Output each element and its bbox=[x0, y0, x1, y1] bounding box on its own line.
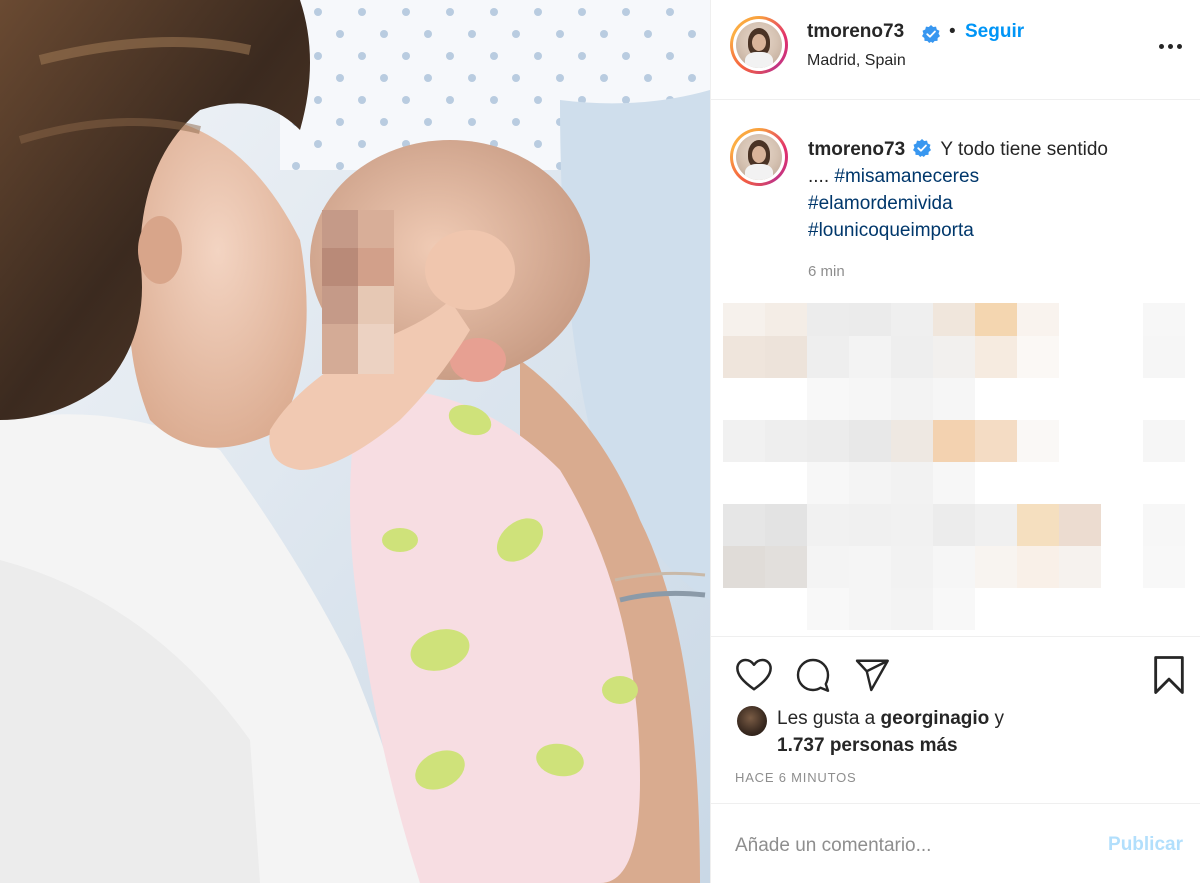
comment-icon[interactable] bbox=[794, 657, 832, 693]
hashtag-link[interactable]: #elamordemivida bbox=[808, 190, 1188, 217]
liker-username[interactable]: georginagio bbox=[881, 708, 990, 729]
post-details-panel: tmoreno73 • Seguir Madrid, Spain tmoreno… bbox=[710, 0, 1200, 883]
likes-connector: y bbox=[994, 708, 1005, 729]
bookmark-icon[interactable] bbox=[1152, 655, 1186, 695]
author-avatar[interactable] bbox=[730, 16, 788, 74]
caption-time-ago: 6 min bbox=[808, 263, 845, 280]
caption-ellipsis: .... bbox=[808, 166, 830, 187]
caption-text: Y todo tiene sentido bbox=[940, 139, 1108, 160]
likes-count[interactable]: 1.737 personas más bbox=[777, 735, 958, 756]
blurred-comments-area bbox=[723, 303, 1185, 630]
post-header: tmoreno73 • Seguir Madrid, Spain bbox=[711, 0, 1200, 100]
post-photo[interactable] bbox=[0, 0, 710, 883]
follow-separator: • bbox=[949, 21, 956, 42]
share-icon[interactable] bbox=[853, 657, 891, 693]
more-options-icon[interactable] bbox=[1159, 44, 1183, 52]
likes-summary: Les gusta a georginagio y 1.737 personas… bbox=[777, 705, 1004, 759]
add-comment-bar: Publicar bbox=[711, 803, 1200, 883]
post-caption: tmoreno73 Y todo tiene sentido .... #mis… bbox=[808, 136, 1188, 244]
caption-author-avatar[interactable] bbox=[730, 128, 788, 186]
likes-prefix: Les gusta a bbox=[777, 708, 876, 729]
follow-button[interactable]: Seguir bbox=[965, 21, 1024, 43]
liker-avatar[interactable] bbox=[737, 706, 767, 736]
publish-button[interactable]: Publicar bbox=[1108, 834, 1183, 856]
hashtag-link[interactable]: #misamaneceres bbox=[834, 166, 979, 187]
heart-icon[interactable] bbox=[735, 657, 773, 693]
caption-username[interactable]: tmoreno73 bbox=[808, 139, 905, 160]
post-timestamp[interactable]: HACE 6 MINUTOS bbox=[735, 770, 856, 785]
comment-input[interactable] bbox=[735, 832, 1065, 860]
verified-badge-icon bbox=[922, 25, 940, 43]
hashtag-link[interactable]: #lounicoqueimporta bbox=[808, 217, 1188, 244]
verified-badge-icon bbox=[913, 139, 932, 157]
post-location[interactable]: Madrid, Spain bbox=[807, 52, 906, 70]
post-photo-image bbox=[0, 0, 710, 883]
author-username[interactable]: tmoreno73 bbox=[807, 21, 904, 43]
